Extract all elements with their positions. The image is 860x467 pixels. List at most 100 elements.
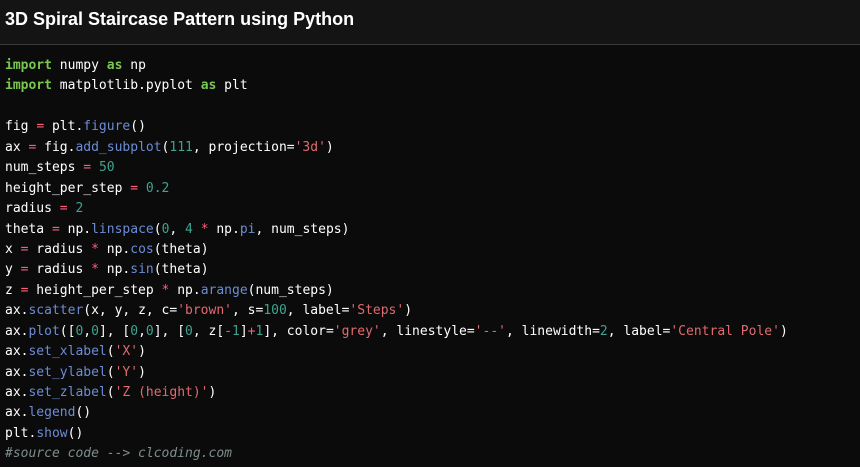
- code-token: (x, y, z, c=: [83, 303, 178, 319]
- code-token: figure: [83, 119, 131, 135]
- code-lines: import numpy as np import matplotlib.pypl…: [5, 56, 788, 465]
- code-token: show: [36, 425, 68, 441]
- code-token: ax.: [5, 405, 29, 421]
- code-token: '3d': [294, 139, 326, 155]
- code-token: np.: [98, 241, 131, 257]
- code-token: ], [: [98, 323, 131, 339]
- code-token: z: [5, 282, 21, 298]
- code-token: num_steps: [5, 160, 84, 176]
- code-line: ax.set_ylabel('Y'): [5, 363, 788, 383]
- code-token: 'Steps': [349, 303, 405, 319]
- code-token: numpy: [51, 58, 107, 73]
- code-token: =: [59, 201, 68, 217]
- code-token: (num_steps): [247, 282, 334, 298]
- code-token: np.: [98, 262, 131, 278]
- code-token: (: [153, 221, 162, 237]
- code-token: 0.2: [145, 180, 170, 196]
- code-token: ax: [5, 139, 29, 155]
- code-token: (theta): [153, 241, 209, 257]
- code-token: x: [5, 241, 21, 257]
- code-token: set_xlabel: [28, 344, 107, 360]
- code-line: x = radius * np.cos(theta): [5, 240, 788, 260]
- code-token: y: [5, 262, 21, 278]
- code-token: 0: [185, 323, 193, 339]
- code-token: radius: [28, 241, 92, 257]
- code-token: 'X': [114, 344, 139, 360]
- code-token: ): [779, 323, 788, 339]
- code-token: *: [91, 241, 99, 257]
- code-token: import: [5, 58, 52, 73]
- code-line: ax = fig.add_subplot(111, projection='3d…: [5, 138, 788, 158]
- code-line: radius = 2: [5, 199, 788, 219]
- code-token: ): [208, 385, 217, 400]
- code-line: ax.set_xlabel('X'): [5, 342, 788, 362]
- code-token: fig.: [36, 139, 76, 155]
- code-token: =: [51, 221, 60, 237]
- code-token: (: [106, 385, 115, 400]
- code-token: 'Central Pole': [670, 323, 780, 339]
- code-token: theta: [5, 221, 52, 237]
- code-token: 'brown': [177, 303, 232, 319]
- code-token: ,: [169, 221, 186, 237]
- code-token: (: [106, 364, 115, 380]
- code-token: cos: [130, 241, 154, 257]
- code-token: scatter: [28, 303, 84, 319]
- code-token: np: [122, 58, 146, 73]
- page: 3D Spiral Staircase Pattern using Python…: [0, 0, 860, 467]
- code-token: (: [106, 344, 115, 360]
- code-token: np.: [169, 282, 201, 298]
- code-token: , num_steps): [255, 221, 350, 237]
- code-token: ): [404, 303, 413, 319]
- code-token: ): [325, 139, 334, 155]
- code-line: plt.show(): [5, 424, 788, 444]
- code-token: ax.: [5, 364, 29, 380]
- code-token: plt.: [44, 119, 84, 135]
- code-line: import matplotlib.pyplot as plt: [5, 76, 788, 96]
- code-token: ,: [138, 323, 146, 339]
- code-token: ): [138, 344, 146, 360]
- code-token: *: [200, 221, 209, 237]
- code-token: ax.: [5, 385, 29, 400]
- code-token: matplotlib.pyplot: [51, 78, 201, 94]
- code-token: , linestyle=: [380, 323, 475, 339]
- code-token: np.: [208, 221, 240, 237]
- code-token: ax.: [5, 344, 29, 360]
- code-token: =: [130, 180, 139, 196]
- code-token: plt.: [5, 425, 37, 441]
- code-token: height_per_step: [28, 282, 162, 298]
- code-token: (): [75, 405, 92, 421]
- code-line: ax.scatter(x, y, z, c='brown', s=100, la…: [5, 301, 788, 321]
- code-line: theta = np.linspace(0, 4 * np.pi, num_st…: [5, 220, 788, 240]
- code-token: arange: [200, 282, 248, 298]
- code-token: 'Z (height)': [114, 385, 209, 400]
- code-token: =: [83, 160, 92, 176]
- code-block[interactable]: import numpy as np import matplotlib.pypl…: [0, 46, 860, 467]
- code-token: as: [106, 58, 123, 73]
- code-line: num_steps = 50: [5, 158, 788, 178]
- code-line: z = height_per_step * np.arange(num_step…: [5, 281, 788, 301]
- code-token: radius: [5, 201, 60, 217]
- code-token: radius: [28, 262, 92, 278]
- code-token: 111: [169, 139, 193, 155]
- code-token: , z[: [192, 323, 225, 339]
- code-token: 0: [91, 323, 99, 339]
- code-token: plt: [216, 78, 248, 94]
- code-token: ax.: [5, 323, 29, 339]
- code-line: fig = plt.figure(): [5, 117, 788, 137]
- code-token: , label=: [607, 323, 671, 339]
- header-bar: 3D Spiral Staircase Pattern using Python: [0, 0, 860, 45]
- code-token: plot: [28, 323, 60, 339]
- code-line: #source code --> clcoding.com: [5, 444, 788, 464]
- code-token: import: [5, 78, 52, 94]
- code-token: , linewidth=: [505, 323, 600, 339]
- code-token: 4: [185, 221, 193, 237]
- code-token: ): [138, 364, 146, 380]
- code-token: (): [67, 425, 84, 441]
- code-token: 2: [75, 201, 84, 217]
- code-token: fig: [5, 119, 37, 135]
- code-token: ], color=: [263, 323, 334, 339]
- code-token: , s=: [232, 303, 264, 319]
- code-line: height_per_step = 0.2: [5, 179, 788, 199]
- code-token: ]: [239, 323, 248, 339]
